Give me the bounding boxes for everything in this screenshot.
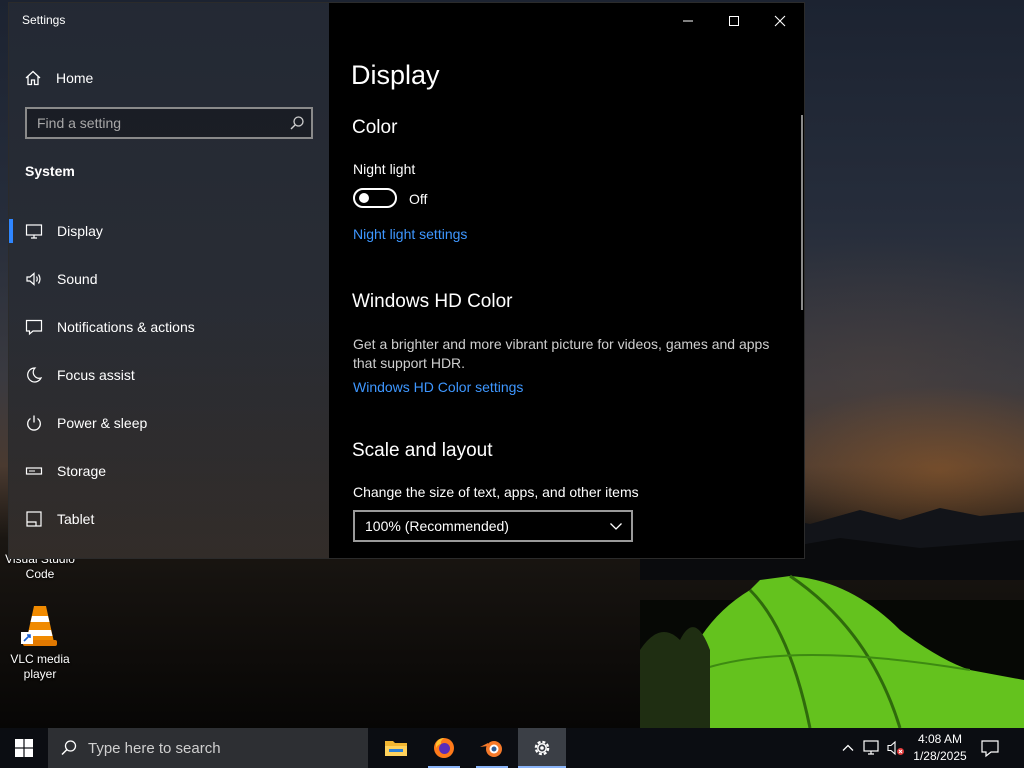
chevron-up-icon: [842, 744, 854, 751]
volume-tray-button[interactable]: [886, 738, 906, 758]
sidebar-item-label: Power & sleep: [57, 415, 148, 431]
sidebar-item-focus-assist[interactable]: Focus assist: [9, 351, 329, 399]
search-icon: [61, 740, 77, 756]
night-light-label: Night light: [353, 161, 416, 177]
monitor-icon: [25, 224, 43, 239]
taskbar-search-placeholder: Type here to search: [88, 739, 221, 757]
volume-muted-icon: [887, 740, 904, 756]
clock-date: 1/28/2025: [913, 749, 967, 763]
sidebar-home-button[interactable]: Home: [23, 66, 93, 90]
color-heading: Color: [352, 117, 398, 138]
speaker-icon: [26, 272, 41, 286]
taskbar-clock[interactable]: 4:08 AM 1/28/2025: [906, 731, 974, 765]
find-setting-placeholder: Find a setting: [37, 115, 122, 131]
toggle-knob: [359, 193, 369, 203]
taskbar-app-file-explorer[interactable]: [372, 728, 420, 768]
taskbar-search-box[interactable]: Type here to search: [48, 728, 368, 768]
settings-gear-icon: [534, 740, 550, 756]
close-button[interactable]: [757, 7, 803, 35]
scale-selected-value: 100% (Recommended): [365, 518, 509, 534]
vlc-cone-icon: [21, 606, 57, 646]
minimize-icon: [683, 20, 693, 22]
clock-time: 4:08 AM: [917, 732, 963, 746]
night-light-state: Off: [409, 191, 428, 207]
hd-color-settings-link[interactable]: Windows HD Color settings: [353, 379, 523, 395]
display-settings-page: Display Color Night light Off Night ligh…: [329, 3, 804, 558]
sidebar-item-label: Sound: [57, 271, 98, 287]
sidebar-section-heading: System: [25, 163, 75, 179]
blender-icon: [480, 741, 502, 757]
sidebar-item-display[interactable]: Display: [9, 207, 329, 255]
sidebar-nav: Display Sound Notifications & actions Fo…: [9, 207, 329, 543]
taskbar-app-firefox[interactable]: [420, 728, 468, 768]
sidebar-item-label: Focus assist: [57, 367, 135, 383]
chevron-down-icon: [610, 523, 622, 530]
sidebar-item-label: Notifications & actions: [57, 319, 195, 335]
network-icon: [863, 740, 879, 755]
action-center-icon: [981, 740, 999, 758]
hd-color-heading: Windows HD Color: [352, 291, 513, 312]
find-setting-input[interactable]: Find a setting: [25, 107, 313, 139]
desktop-icon-label: VLC media player: [10, 652, 70, 681]
home-icon: [25, 70, 41, 86]
page-title: Display: [351, 60, 440, 90]
hd-color-description: Get a brighter and more vibrant picture …: [353, 336, 770, 371]
maximize-button[interactable]: [711, 7, 757, 35]
start-button[interactable]: [0, 728, 48, 768]
sidebar-item-label: Display: [57, 223, 103, 239]
network-tray-button[interactable]: [862, 738, 882, 758]
tablet-icon: [26, 511, 42, 527]
show-hidden-icons-button[interactable]: [838, 738, 858, 758]
sidebar-item-storage[interactable]: Storage: [9, 447, 329, 495]
sidebar-item-tablet[interactable]: Tablet: [9, 495, 329, 543]
settings-window: Settings Home Find a setting System Disp…: [8, 2, 805, 559]
sidebar-item-notifications[interactable]: Notifications & actions: [9, 303, 329, 351]
close-icon: [774, 15, 786, 27]
notification-icon: [25, 319, 43, 336]
power-icon: [27, 415, 41, 431]
scale-dropdown[interactable]: 100% (Recommended): [353, 510, 633, 542]
storage-icon: [25, 467, 43, 475]
windows-logo-icon: [15, 739, 33, 757]
action-center-button[interactable]: [980, 738, 1002, 758]
content-scrollbar[interactable]: [801, 115, 803, 310]
scale-layout-heading: Scale and layout: [352, 440, 493, 461]
sidebar-item-sound[interactable]: Sound: [9, 255, 329, 303]
taskbar: Type here to search 4:08 AM 1/28/2025: [0, 728, 1024, 768]
sidebar-item-label: Tablet: [57, 511, 95, 527]
glowing-tent: [640, 574, 1024, 728]
minimize-button[interactable]: [665, 7, 711, 35]
night-light-settings-link[interactable]: Night light settings: [353, 226, 467, 242]
sidebar-home-label: Home: [56, 70, 94, 86]
taskbar-app-settings[interactable]: [518, 728, 566, 768]
scale-label: Change the size of text, apps, and other…: [353, 484, 639, 500]
window-title: Settings: [22, 13, 66, 27]
firefox-icon: [434, 738, 454, 758]
search-icon: [290, 116, 304, 130]
taskbar-app-blender[interactable]: [468, 728, 516, 768]
moon-icon: [27, 367, 43, 383]
desktop-icon-vlc[interactable]: VLC media player: [2, 602, 78, 682]
sidebar-item-label: Storage: [57, 463, 107, 479]
night-light-toggle[interactable]: [353, 188, 397, 208]
maximize-icon: [729, 16, 739, 26]
settings-sidebar: Settings Home Find a setting System Disp…: [9, 3, 329, 558]
file-explorer-icon: [385, 741, 407, 756]
sidebar-item-power-sleep[interactable]: Power & sleep: [9, 399, 329, 447]
